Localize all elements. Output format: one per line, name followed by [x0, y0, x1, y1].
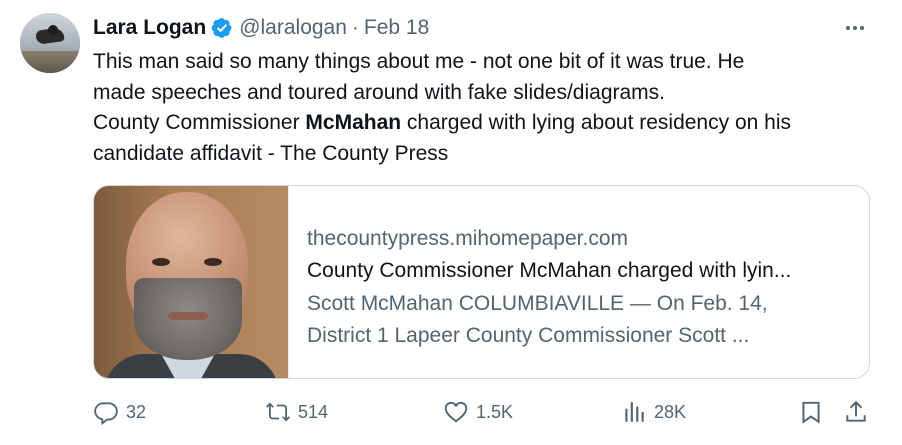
- avatar-figure-head: [48, 25, 58, 35]
- separator-dot: ·: [351, 16, 359, 39]
- reply-button[interactable]: 32: [93, 395, 146, 429]
- more-dot: [846, 26, 850, 30]
- bookmark-icon: [802, 401, 820, 424]
- card-description-line: District 1 Lapeer County Commissioner Sc…: [307, 324, 750, 347]
- tweet-date[interactable]: Feb 18: [364, 16, 429, 40]
- more-dot: [860, 26, 864, 30]
- tweet-line: candidate affidavit - The County Press: [93, 141, 449, 165]
- tweet-text-segment: charged with lying about residency on hi…: [401, 111, 791, 134]
- share-button[interactable]: [843, 395, 869, 429]
- reply-icon: [94, 402, 118, 425]
- thumbnail-eye: [152, 258, 170, 266]
- thumbnail-mouth: [168, 312, 208, 320]
- like-button[interactable]: 1.5K: [443, 395, 513, 429]
- card-description: Scott McMahan COLUMBIAVILLE — On Feb. 14…: [307, 288, 869, 352]
- display-name[interactable]: Lara Logan: [93, 16, 206, 40]
- card-description-line: Scott McMahan COLUMBIAVILLE — On Feb. 14…: [307, 292, 768, 315]
- tweet-line: made speeches and toured around with fak…: [93, 80, 666, 104]
- tweet-text: This man said so many things about me - …: [93, 47, 883, 169]
- tweet-text-segment: County Commissioner: [93, 111, 306, 134]
- tweet-bold-name: McMahan: [305, 111, 402, 134]
- card-domain: thecountypress.mihomepaper.com: [307, 227, 628, 250]
- like-icon: [444, 401, 468, 423]
- reply-count: 32: [126, 401, 147, 422]
- views-count: 28K: [654, 401, 687, 422]
- thumbnail-eye: [204, 258, 222, 266]
- repost-icon: [265, 402, 291, 422]
- handle[interactable]: @laralogan: [239, 16, 347, 40]
- tweet-line: This man said so many things about me - …: [93, 50, 745, 73]
- like-count: 1.5K: [476, 401, 514, 422]
- tweet-line: County Commissioner McMahan charged with…: [93, 108, 883, 139]
- more-icon[interactable]: [840, 16, 870, 40]
- avatar-ground: [20, 51, 80, 73]
- share-icon: [846, 400, 866, 422]
- views-button[interactable]: 28K: [621, 395, 686, 429]
- verified-badge-icon[interactable]: [211, 17, 233, 39]
- action-bar: 32 514 1.5K 28K: [93, 395, 873, 429]
- repost-button[interactable]: 514: [265, 395, 328, 429]
- bookmark-button[interactable]: [798, 395, 824, 429]
- avatar[interactable]: [20, 13, 80, 73]
- tweet-header: Lara Logan @laralogan · Feb 18: [93, 12, 429, 44]
- views-icon: [625, 402, 644, 422]
- card-body: thecountypress.mihomepaper.com County Co…: [289, 186, 869, 378]
- link-card[interactable]: thecountypress.mihomepaper.com County Co…: [93, 185, 870, 379]
- card-title: County Commissioner McMahan charged with…: [307, 259, 792, 282]
- card-thumbnail[interactable]: [94, 186, 289, 378]
- repost-count: 514: [298, 401, 329, 422]
- more-dot: [853, 26, 857, 30]
